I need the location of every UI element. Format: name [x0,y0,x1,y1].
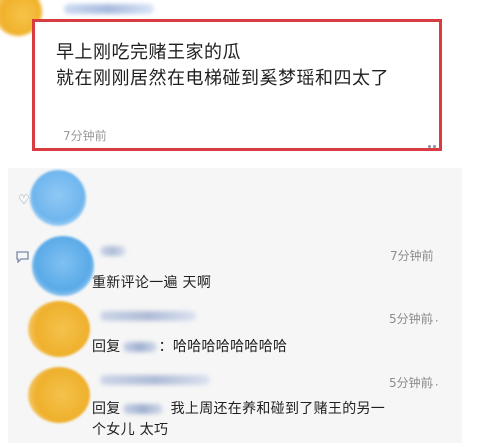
section-divider [0,156,500,166]
reply-prefix: 回复 [92,339,121,355]
comment-text-line2: 个女儿 太巧 [92,422,169,438]
reply-target-redacted[interactable] [122,342,157,352]
comment-avatar[interactable] [28,367,90,423]
comment-reply-line: 回复 ：哈哈哈哈哈哈哈哈 [92,336,287,356]
reply-prefix: 回复 [92,401,121,417]
commenter-name-redacted [100,246,126,256]
comment-avatar[interactable] [32,236,94,296]
comment-text: ：哈哈哈哈哈哈哈哈 [158,339,288,355]
comment-avatar[interactable] [28,301,90,357]
comment-text-line1: 我上周还在养和碰到了赌王的另一 [170,401,386,417]
more-options-icon[interactable] [428,133,442,148]
comment-bubble-icon [16,251,29,266]
commenter-name-redacted [100,375,210,385]
comment-timestamp: 7分钟前 [390,249,434,263]
post-text-line2: 就在刚刚居然在电梯碰到奚梦瑶和四太了 [56,68,389,89]
heart-outline-icon: ♡ [18,193,30,208]
comment-more-icon[interactable]: ·· [430,378,440,392]
post-text-line1: 早上刚吃完赌王家的瓜 [56,42,241,63]
reply-target-redacted[interactable] [122,404,163,414]
top-bar [0,0,500,36]
comment-text: 重新评论一遍 天啊 [92,275,212,291]
liker-avatar[interactable] [30,170,86,226]
comment-reply-line: 回复 我上周还在养和碰到了赌王的另一 [92,398,385,418]
comment-timestamp: 5分钟前 [389,376,433,390]
post-author-name-redacted [64,4,154,14]
post-timestamp: 7分钟前 [63,129,107,143]
comment-more-icon[interactable]: ·· [430,314,440,328]
commenter-name-redacted [100,311,196,321]
comment-timestamp: 5分钟前 [389,312,433,326]
